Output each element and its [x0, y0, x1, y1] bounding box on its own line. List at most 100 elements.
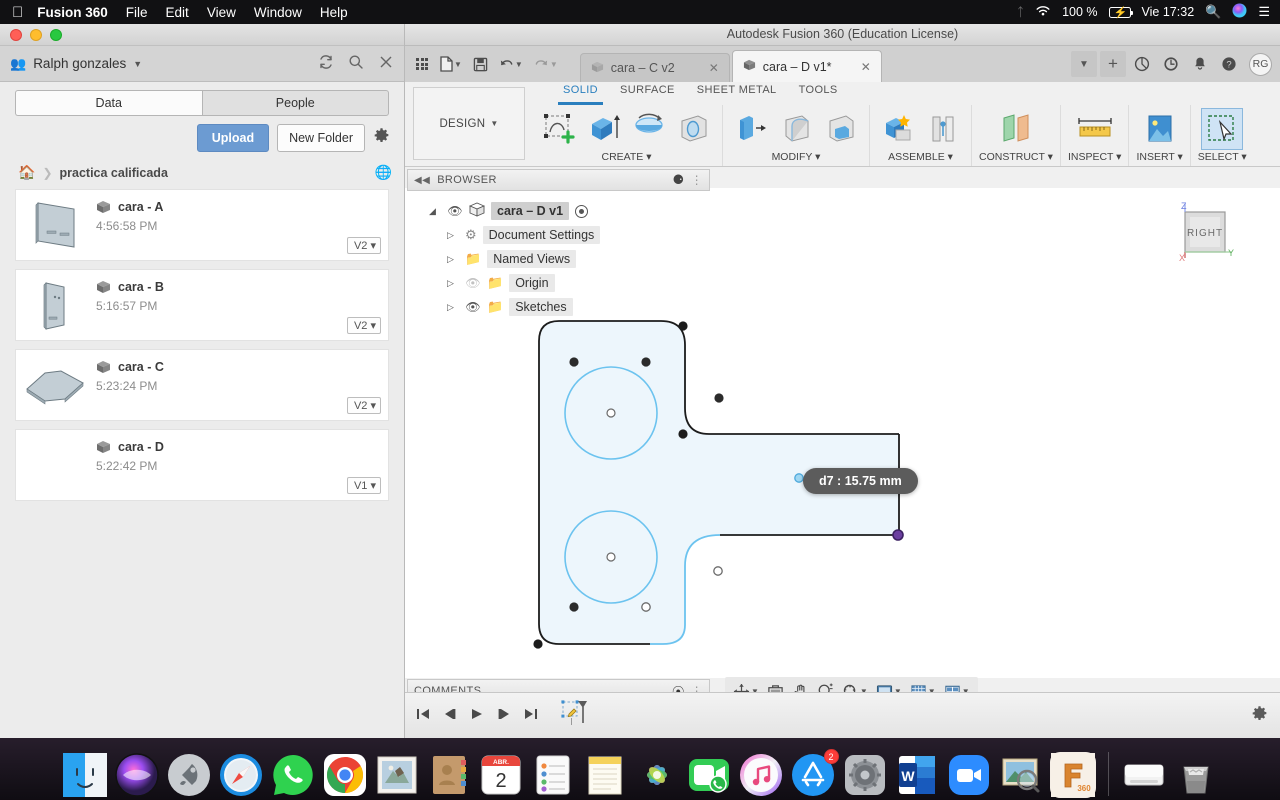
dock-fusion-360-icon[interactable]: 360 — [1049, 752, 1096, 798]
joint-icon[interactable] — [922, 108, 964, 150]
list-item[interactable]: cara - A 4:56:58 PM V2 ▾ — [15, 189, 389, 261]
menu-file[interactable]: File — [126, 5, 148, 20]
dock-reminders-icon[interactable] — [530, 752, 576, 798]
tab-overflow-chevron-icon[interactable]: ▼ — [1071, 51, 1097, 77]
breadcrumb-current-folder[interactable]: practica calificada — [60, 166, 168, 180]
view-cube[interactable]: RIGHT X Y Z — [1170, 200, 1238, 264]
menu-window[interactable]: Window — [254, 5, 302, 20]
browser-node-origin[interactable]: ▷ 👁 📁 Origin — [407, 271, 710, 295]
dock-system-preferences-icon[interactable] — [842, 752, 888, 798]
close-tab-icon[interactable]: ✕ — [709, 61, 719, 75]
bluetooth-icon[interactable]: ᛏ — [1017, 5, 1024, 19]
select-window-icon[interactable] — [1201, 108, 1244, 150]
menu-edit[interactable]: Edit — [166, 5, 189, 20]
new-folder-button[interactable]: New Folder — [277, 124, 365, 152]
close-tab-icon[interactable]: ✕ — [861, 60, 871, 74]
upload-button[interactable]: Upload — [196, 124, 270, 152]
dock-photos-icon[interactable] — [634, 752, 680, 798]
undo-icon[interactable]: ▼ — [496, 55, 526, 73]
expand-triangle-icon[interactable]: ▷ — [447, 278, 459, 289]
revolve-icon[interactable] — [628, 108, 670, 150]
workspace-switcher[interactable]: DESIGN ▼ — [413, 87, 525, 160]
siri-menu-icon[interactable] — [1232, 3, 1247, 21]
dock-whatsapp-icon[interactable] — [270, 752, 316, 798]
dock-finder-icon[interactable] — [62, 752, 108, 798]
visibility-eye-icon[interactable]: 👁 — [465, 300, 481, 314]
document-tab-cara-c[interactable]: cara – C v2 ✕ — [579, 53, 730, 82]
step-forward-icon[interactable] — [496, 707, 512, 724]
close-panel-icon[interactable] — [378, 54, 394, 74]
list-item[interactable]: cara - D 5:22:42 PM V1 ▾ — [15, 429, 389, 501]
dock-itunes-icon[interactable] — [738, 752, 784, 798]
resize-grip-icon[interactable]: ⋮ — [691, 173, 703, 187]
close-window-button[interactable] — [10, 28, 22, 41]
dock-microsoft-word-icon[interactable]: W — [894, 752, 940, 798]
extensions-icon[interactable] — [1129, 51, 1155, 77]
menu-clock[interactable]: Vie 17:32 — [1142, 5, 1195, 19]
version-dropdown[interactable]: V2 ▾ — [346, 237, 381, 254]
create-sketch-icon[interactable] — [538, 108, 580, 150]
dock-contacts-icon[interactable] — [426, 752, 472, 798]
dock-facetime-icon[interactable] — [686, 752, 732, 798]
measure-icon[interactable] — [1074, 108, 1116, 150]
document-tab-cara-d[interactable]: cara – D v1* ✕ — [731, 50, 882, 82]
tab-people[interactable]: People — [201, 90, 389, 116]
dock-siri-icon[interactable] — [114, 752, 160, 798]
ribbon-group-label[interactable]: INSERT ▾ — [1136, 151, 1182, 164]
ribbon-group-label[interactable]: ASSEMBLE ▾ — [888, 151, 953, 164]
dock-disk-icon[interactable] — [1121, 752, 1167, 798]
ribbon-group-label[interactable]: CONSTRUCT ▾ — [979, 151, 1053, 164]
minimize-window-button[interactable] — [30, 28, 42, 41]
ribbon-group-label[interactable]: SELECT ▾ — [1198, 151, 1247, 164]
extrude-icon[interactable] — [583, 108, 625, 150]
expand-triangle-icon[interactable]: ▷ — [447, 254, 459, 265]
list-item[interactable]: cara - C 5:23:24 PM V2 ▾ — [15, 349, 389, 421]
new-tab-icon[interactable]: + — [1100, 51, 1126, 77]
expand-triangle-icon[interactable]: ◢ — [429, 206, 441, 217]
dock-safari-icon[interactable] — [218, 752, 264, 798]
ribbon-group-label[interactable]: CREATE ▾ — [601, 151, 651, 164]
redo-icon[interactable]: ▼ — [531, 55, 561, 73]
dock-preview-icon[interactable] — [998, 752, 1044, 798]
tab-data[interactable]: Data — [15, 90, 202, 116]
play-icon[interactable] — [469, 707, 485, 724]
dock-calendar-icon[interactable]: ABR. 2 — [478, 752, 524, 798]
globe-icon[interactable]: 🌐 — [375, 164, 392, 181]
wifi-icon[interactable] — [1035, 4, 1051, 20]
expand-triangle-icon[interactable]: ▷ — [447, 302, 459, 313]
go-to-beginning-icon[interactable] — [415, 707, 431, 724]
version-dropdown[interactable]: V1 ▾ — [346, 477, 381, 494]
minimize-browser-icon[interactable]: ⚈ — [673, 172, 685, 188]
dock-zoom-icon[interactable] — [946, 752, 992, 798]
show-data-panel-icon[interactable] — [413, 56, 431, 72]
ribbon-group-label[interactable]: MODIFY ▾ — [772, 151, 821, 164]
ribbon-group-label[interactable]: INSPECT ▾ — [1068, 151, 1122, 164]
home-icon[interactable]: 🏠 — [18, 164, 35, 181]
sketch-feature-icon[interactable] — [560, 699, 590, 732]
browser-node-named-views[interactable]: ▷ 📁 Named Views — [407, 247, 710, 271]
browser-node-sketches[interactable]: ▷ 👁 📁 Sketches — [407, 295, 710, 319]
help-icon[interactable]: ? — [1216, 51, 1242, 77]
avatar[interactable]: RG — [1249, 52, 1272, 76]
timeline-settings-gear-icon[interactable] — [1251, 705, 1268, 726]
search-icon[interactable] — [348, 54, 364, 74]
job-status-icon[interactable] — [1158, 51, 1184, 77]
step-back-icon[interactable] — [442, 707, 458, 724]
refresh-icon[interactable] — [318, 54, 334, 74]
menu-help[interactable]: Help — [320, 5, 348, 20]
tab-solid[interactable]: SOLID — [557, 84, 604, 105]
visibility-eye-icon[interactable]: 👁 — [447, 204, 463, 218]
expand-triangle-icon[interactable]: ▷ — [447, 230, 459, 241]
visibility-eye-off-icon[interactable]: 👁 — [465, 276, 481, 290]
dock-notes-icon[interactable] — [582, 752, 628, 798]
notifications-bell-icon[interactable] — [1187, 51, 1213, 77]
press-pull-icon[interactable] — [730, 108, 772, 150]
activate-component-radio[interactable] — [575, 204, 589, 218]
maximize-window-button[interactable] — [50, 28, 62, 41]
file-menu-icon[interactable]: ▼ — [436, 54, 465, 74]
dock-chrome-icon[interactable] — [322, 752, 368, 798]
chevron-down-icon[interactable]: ▼ — [133, 59, 142, 69]
version-dropdown[interactable]: V2 ▾ — [346, 397, 381, 414]
collapse-browser-icon[interactable]: ◀◀ — [414, 175, 430, 186]
tab-tools[interactable]: TOOLS — [799, 84, 838, 105]
